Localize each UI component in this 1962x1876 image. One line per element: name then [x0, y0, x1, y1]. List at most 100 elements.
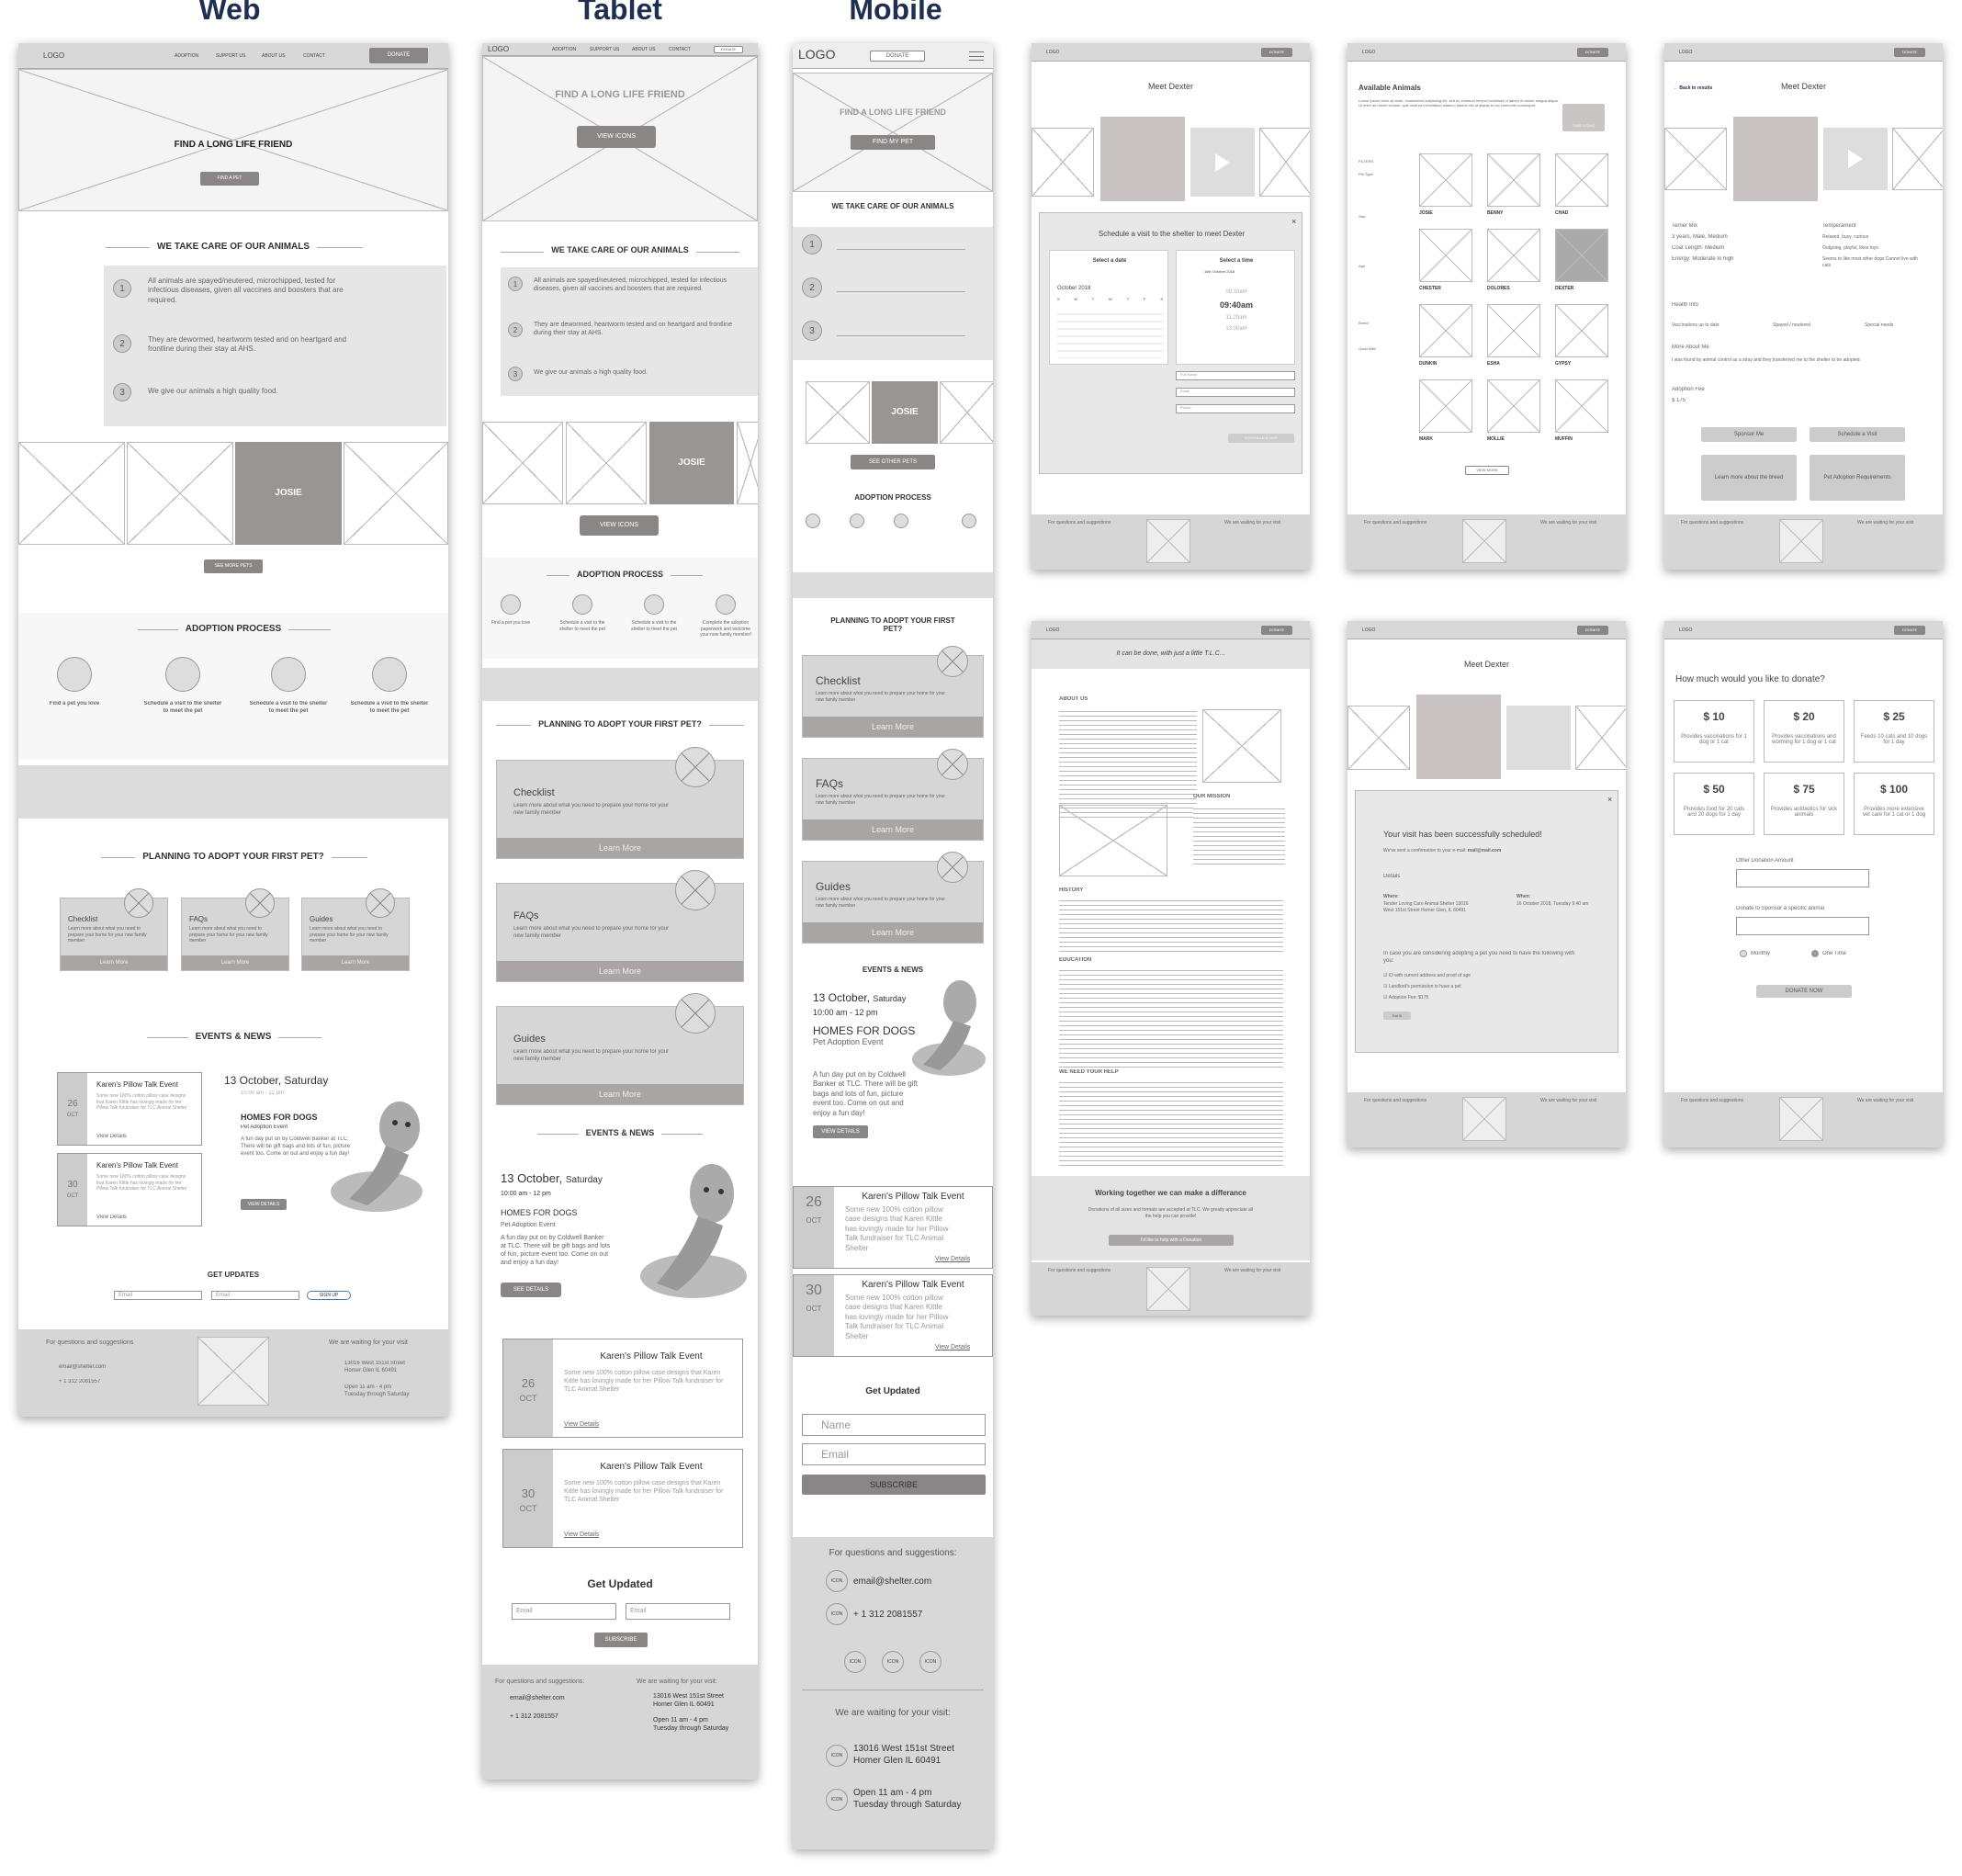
view-details-link[interactable]: View Details	[96, 1215, 127, 1222]
donation-amount-card[interactable]: $ 50 Provides food for 20 cats and 20 dog…	[1674, 773, 1754, 835]
pet-card-name[interactable]: ESHA	[1487, 361, 1500, 367]
pet-photo[interactable]	[344, 442, 448, 545]
logo[interactable]: LOGO	[43, 51, 64, 60]
view-details-link[interactable]: View Details	[935, 1255, 970, 1263]
pet-card-photo[interactable]	[1555, 153, 1608, 207]
learn-more-button[interactable]: Learn More	[803, 922, 983, 943]
donation-amount-card[interactable]: $ 75 Provides antibiotics for sick animal…	[1764, 773, 1844, 835]
footer-phone[interactable]: + 1 312 2081557	[59, 1379, 100, 1386]
nav-about[interactable]: ABOUT US	[632, 47, 655, 52]
main-pet-photo[interactable]	[1100, 117, 1185, 201]
pet-photo[interactable]	[482, 422, 563, 504]
nav-support[interactable]: SUPPORT US	[216, 53, 245, 59]
pet-card-photo[interactable]	[1487, 379, 1540, 433]
donate-now-button[interactable]: DONATE NOW	[1756, 985, 1852, 998]
pet-photo[interactable]	[1664, 128, 1727, 190]
learn-breed-button[interactable]: Learn more about the breed	[1701, 455, 1797, 501]
logo[interactable]: LOGO	[1046, 627, 1059, 633]
name-input[interactable]: Email	[512, 1603, 616, 1620]
time-option[interactable]: 09:10am	[1177, 289, 1296, 295]
time-option[interactable]: 11:20am	[1177, 315, 1296, 321]
nav-contact[interactable]: CONTACT	[303, 53, 325, 59]
logo[interactable]: LOGO	[1046, 50, 1059, 55]
view-details-button[interactable]: VIEW DETAILS	[241, 1199, 287, 1210]
pet-card-name[interactable]: JOSIE	[1419, 210, 1433, 217]
time-option[interactable]: 13:00am	[1177, 326, 1296, 332]
learn-more-button[interactable]: Learn More	[497, 838, 743, 858]
pet-card-name[interactable]: MUFFIN	[1555, 436, 1573, 443]
event-card[interactable]: 26 OCT Karen's Pillow Talk Event Some new…	[57, 1072, 202, 1146]
footer-email[interactable]: email@shelter.com	[59, 1364, 106, 1372]
filter-group[interactable]: Age	[1359, 264, 1365, 268]
learn-more-button[interactable]: Learn More	[497, 1084, 743, 1104]
see-more-pets-button[interactable]: SEE MORE PETS	[204, 559, 263, 573]
pet-card-name[interactable]: DOLORES	[1487, 286, 1510, 292]
requirements-button[interactable]: Pet Adoption Requirements	[1810, 455, 1905, 501]
donate-button[interactable]: DONATE	[1577, 626, 1608, 635]
nav-support[interactable]: SUPPORT US	[590, 47, 619, 52]
subscribe-button[interactable]: SUBSCRIBE	[594, 1633, 648, 1647]
event-card[interactable]: 26 OCT Karen's Pillow Talk Event Some new…	[793, 1186, 993, 1269]
pet-card-name[interactable]: MARK	[1419, 436, 1433, 443]
social-icon[interactable]: ICON	[882, 1651, 904, 1673]
schedule-visit-button[interactable]: SCHEDULE A VISIT	[1228, 434, 1294, 443]
name-input[interactable]: Email	[114, 1291, 202, 1300]
footer-phone[interactable]: + 1 312 2081557	[510, 1712, 558, 1721]
email-input[interactable]: Email	[211, 1291, 299, 1300]
logo[interactable]: LOGO	[488, 45, 509, 53]
pet-card-name[interactable]: GYPSY	[1555, 361, 1571, 367]
donate-button[interactable]: DONATE	[714, 46, 743, 53]
pet-card-photo[interactable]	[1419, 229, 1472, 282]
view-more-button[interactable]: VIEW MORE	[1465, 466, 1509, 475]
find-pet-button[interactable]: FIND A PET	[200, 172, 259, 186]
logo[interactable]: LOGO	[1679, 50, 1692, 55]
social-icon[interactable]: ICON	[919, 1651, 942, 1673]
footer-email[interactable]: email@shelter.com	[853, 1576, 931, 1588]
pet-card-photo[interactable]	[1419, 153, 1472, 207]
subscribe-button[interactable]: SUBSCRIBE	[802, 1475, 986, 1495]
find-pet-button[interactable]: FIND MY PET	[851, 135, 935, 150]
view-details-button[interactable]: VIEW DETAILS	[813, 1125, 868, 1138]
email-input[interactable]: Email	[802, 1443, 986, 1465]
calendar-grid[interactable]	[1057, 308, 1163, 358]
name-field[interactable]: Full Name	[1176, 371, 1295, 380]
pet-card-photo[interactable]	[1419, 304, 1472, 357]
pet-photo[interactable]	[1575, 706, 1626, 770]
pet-card-photo[interactable]	[1487, 229, 1540, 282]
donation-amount-card[interactable]: $ 100 Provides more extensive vet care fo…	[1854, 773, 1934, 835]
footer-email[interactable]: email@shelter.com	[510, 1694, 565, 1702]
signup-button[interactable]: SIGN UP	[307, 1291, 351, 1300]
nav-adoption[interactable]: ADOPTION	[552, 47, 576, 52]
hero-button[interactable]: VIEW ICONS	[577, 126, 656, 148]
view-details-link[interactable]: View Details	[564, 1531, 599, 1539]
donation-amount-card[interactable]: $ 20 Provides vaccinations and worming fo…	[1764, 700, 1844, 763]
close-icon[interactable]: ×	[1607, 795, 1612, 804]
quiz-button[interactable]: TAKE A QUIZ	[1562, 104, 1605, 131]
phone-field[interactable]: Phone	[1176, 404, 1295, 413]
nav-adoption[interactable]: ADOPTION	[175, 53, 198, 59]
pet-photo[interactable]	[940, 381, 993, 444]
view-details-link[interactable]: View Details	[564, 1420, 599, 1429]
nav-about[interactable]: ABOUT US	[262, 53, 285, 59]
pet-card-name[interactable]: MOLLIE	[1487, 436, 1505, 443]
sponsor-input[interactable]	[1736, 917, 1869, 935]
nav-contact[interactable]: CONTACT	[669, 47, 691, 52]
event-card[interactable]: 30 OCT Karen's Pillow Talk Event Some new…	[502, 1449, 743, 1548]
pet-photo[interactable]	[1032, 128, 1094, 197]
pet-card-name[interactable]: DEXTER	[1555, 286, 1573, 292]
pet-card-photo[interactable]	[1487, 153, 1540, 207]
pet-card-photo[interactable]	[1419, 379, 1472, 433]
donate-button[interactable]: DONATE	[369, 48, 428, 63]
learn-more-button[interactable]: Learn More	[803, 819, 983, 840]
pet-card-name[interactable]: CHESTER	[1419, 286, 1441, 292]
featured-pet[interactable]: JOSIE	[649, 422, 734, 504]
pet-photo[interactable]	[1892, 128, 1943, 190]
featured-pet[interactable]: JOSIE	[235, 442, 342, 545]
learn-more-button[interactable]: Learn More	[182, 955, 288, 970]
got-it-button[interactable]: Got it!	[1383, 1011, 1411, 1020]
pet-photo[interactable]	[1259, 128, 1310, 197]
logo[interactable]: LOGO	[798, 47, 835, 62]
social-icon[interactable]: ICON	[844, 1651, 866, 1673]
footer-phone[interactable]: + 1 312 2081557	[853, 1609, 922, 1621]
sponsor-button[interactable]: Sponsor Me	[1701, 427, 1797, 442]
